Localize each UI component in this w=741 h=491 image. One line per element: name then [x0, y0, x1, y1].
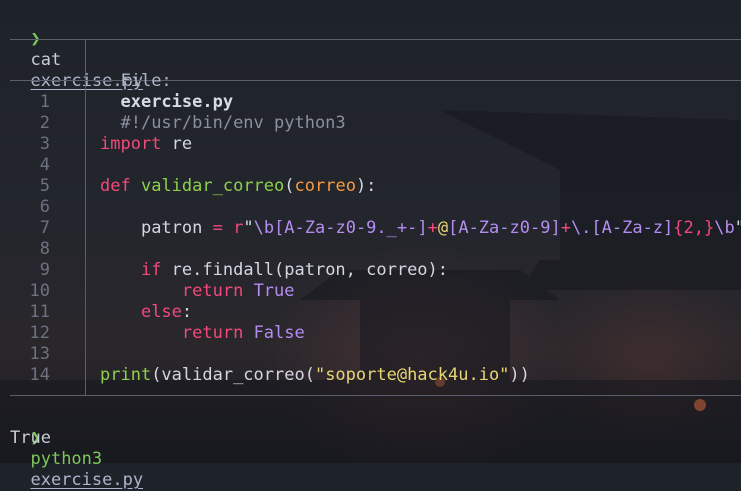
- line-number: 12: [29, 323, 50, 343]
- line-number: 6: [39, 197, 50, 217]
- function-parameter: correo: [294, 176, 356, 196]
- quote-close: ": [735, 218, 741, 238]
- bool-false: False: [253, 323, 305, 343]
- function-name: validar_correo: [140, 176, 285, 196]
- shebang-comment: #!/usr/bin/env python3: [120, 113, 346, 133]
- command-program: python3: [30, 449, 103, 469]
- viewer-header: File: exercise.py: [100, 50, 233, 112]
- command-file-link[interactable]: exercise.py: [30, 470, 143, 490]
- line-number: 11: [29, 302, 50, 322]
- assign-operator: =: [202, 218, 234, 238]
- quote-open: ": [243, 218, 254, 238]
- regex-plus-2: +: [560, 218, 571, 238]
- frame-top-border: [10, 39, 741, 40]
- line-number: 5: [39, 176, 50, 196]
- line-number: 13: [29, 344, 50, 364]
- regex-plus-1: +: [427, 218, 438, 238]
- program-output: True: [10, 428, 51, 448]
- variable-patron: patron: [140, 218, 203, 238]
- regex-part-3: \.[A-Za-z]: [570, 218, 674, 238]
- line-number: 14: [29, 365, 50, 385]
- line-number: 8: [39, 239, 50, 259]
- frame-bottom-border: [10, 395, 741, 396]
- keyword-import: import: [100, 134, 162, 154]
- regex-part-1: \b[A-Za-z0-9._+-]: [253, 218, 428, 238]
- prompt-line-python: ❯ python3 exercise.py: [10, 407, 143, 490]
- regex-quantifier: {2,}: [673, 218, 715, 238]
- line-number: 2: [39, 113, 50, 133]
- builtin-print: print: [100, 365, 152, 385]
- keyword-else: else: [140, 302, 182, 322]
- email-string: "soporte@hack4u.io": [314, 365, 510, 385]
- gutter-separator: [85, 40, 86, 395]
- code-line-return-false: return False: [100, 323, 305, 344]
- code-line-import: import re: [100, 134, 192, 155]
- keyword-if: if: [140, 260, 162, 280]
- keyword-return: return: [181, 281, 244, 301]
- code-line-def: def validar_correo(correo):: [100, 176, 376, 197]
- code-line-if: if re.findall(patron, correo):: [100, 260, 448, 281]
- header-label: File:: [120, 71, 172, 91]
- regex-part-5: \b: [714, 218, 735, 238]
- line-number: 4: [39, 155, 50, 175]
- line-number: 9: [39, 260, 50, 280]
- paren-close: ):: [355, 176, 377, 196]
- if-condition: re.findall(patron, correo):: [161, 260, 449, 280]
- regex-part-2: [A-Za-z0-9]: [448, 218, 561, 238]
- print-call-close: )): [509, 365, 530, 385]
- keyword-def: def: [100, 176, 131, 196]
- paren-open: (: [284, 176, 295, 196]
- line-number: 1: [39, 92, 50, 112]
- code-line-patron: patron = r"\b[A-Za-z0-9._+-]+@[A-Za-z0-9…: [100, 218, 741, 239]
- code-line-return-true: return True: [100, 281, 295, 302]
- line-number: 10: [29, 281, 50, 301]
- import-module: re: [161, 134, 193, 154]
- code-line-print: print(validar_correo("soporte@hack4u.io"…: [100, 365, 530, 386]
- command-program: cat: [30, 50, 62, 70]
- regex-at: @: [437, 218, 449, 238]
- code-line-shebang: #!/usr/bin/env python3: [100, 92, 345, 133]
- prompt-line-cat: ❯ cat exercise.py: [10, 8, 143, 91]
- line-number: 3: [39, 134, 50, 154]
- else-colon: :: [181, 302, 193, 322]
- line-number: 7: [39, 218, 50, 238]
- print-call-open: (validar_correo(: [151, 365, 315, 385]
- code-line-else: else:: [100, 302, 192, 323]
- bool-true: True: [253, 281, 295, 301]
- keyword-return: return: [181, 323, 244, 343]
- raw-prefix: r: [233, 218, 244, 238]
